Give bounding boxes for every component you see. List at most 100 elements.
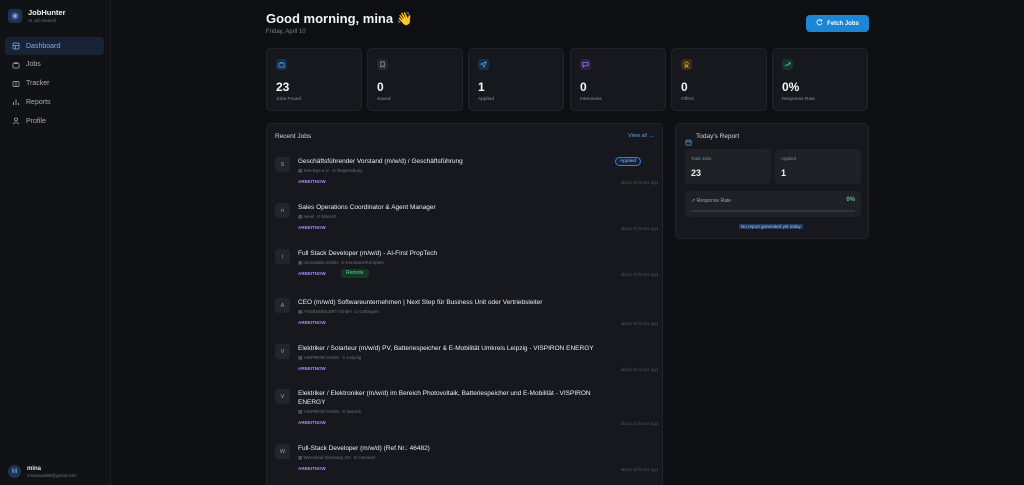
recent-jobs-panel: Recent Jobs View all → S Geschäftsführen… <box>266 123 663 485</box>
sidebar-item-label: Tracker <box>26 80 50 88</box>
job-time: about 10 hours ago <box>620 421 658 426</box>
sidebar-item-dashboard[interactable]: Dashboard <box>5 37 104 55</box>
building-icon: ▦ <box>298 309 303 314</box>
job-title[interactable]: Sales Operations Coordinator & Agent Man… <box>298 203 608 212</box>
job-title[interactable]: Full Stack Developer (m/w/d) - AI-First … <box>298 249 608 258</box>
report-total-value: 23 <box>691 168 702 178</box>
report-applied: Applied 1 <box>775 149 861 184</box>
bookmark-icon <box>377 59 388 70</box>
job-company: Wirecloud Germany AG <box>303 455 351 460</box>
trending-up-icon <box>782 59 793 70</box>
sidebar-item-tracker[interactable]: Tracker <box>5 75 104 93</box>
calendar-icon <box>685 133 692 146</box>
user-name: mina <box>27 465 42 472</box>
user-email: minasaad88@gmail.com <box>27 472 77 478</box>
building-icon: ▦ <box>298 409 303 414</box>
job-title[interactable]: Elektriker / Elektroniker (m/w/d) im Ber… <box>298 389 608 407</box>
job-source: ARBEITNOW <box>298 225 326 230</box>
trending-up-icon: ↗ <box>691 198 696 204</box>
job-company: VISPIRON GmbH <box>303 409 340 414</box>
report-applied-value: 1 <box>781 168 787 178</box>
job-company: VISPIRON GmbH <box>303 355 340 360</box>
job-location: Göttingen <box>359 309 379 314</box>
job-title[interactable]: Elektriker / Solarteur (m/w/d) PV, Batte… <box>298 344 638 353</box>
sidebar-item-label: Reports <box>26 98 51 106</box>
page-title: Good morning, mina 👋 <box>266 11 413 26</box>
stat-value: 1 <box>478 80 485 94</box>
user-profile[interactable]: M mina minasaad88@gmail.com <box>8 465 77 478</box>
stat-label: Response Rate <box>782 97 816 102</box>
job-location: Munich <box>346 409 362 414</box>
current-date: Friday, April 10 <box>266 29 306 35</box>
job-meta: ▦ nevel ⊙ Munich <box>298 214 336 220</box>
sidebar-item-reports[interactable]: Reports <box>5 93 104 111</box>
job-meta: ▦ VISPIRON GmbH ⊙ Munich <box>298 409 361 415</box>
location-icon: ⊙ <box>341 409 346 414</box>
report-link[interactable]: No report generated yet today <box>739 224 803 229</box>
send-icon <box>478 59 489 70</box>
fetch-jobs-button[interactable]: Fetch Jobs <box>806 15 869 32</box>
stat-card-saved: 0 Saved <box>367 48 463 111</box>
job-meta: ▦ AYGENSEILERT GmbH ⊙ Göttingen <box>298 309 379 315</box>
stat-card-applied: 1 Applied <box>468 48 564 111</box>
job-title[interactable]: Full-Stack Developer (m/w/d) (Ref.Nr.: 4… <box>298 444 608 453</box>
job-company: nevel <box>303 214 315 219</box>
building-icon: ▦ <box>298 455 303 460</box>
recent-jobs-title: Recent Jobs <box>275 133 312 140</box>
company-avatar: A <box>275 298 290 313</box>
response-rate-progress <box>691 210 855 212</box>
logo-icon <box>8 8 22 23</box>
fetch-jobs-label: Fetch Jobs <box>827 20 859 27</box>
job-time: about 10 hours ago <box>620 367 658 372</box>
rate-value: 0% <box>846 197 855 203</box>
company-avatar: i <box>275 249 290 264</box>
board-icon <box>12 80 20 88</box>
job-source: ARBEITNOW <box>298 366 326 371</box>
brand[interactable]: JobHunter AI Job Search <box>8 8 66 23</box>
company-avatar: V <box>275 344 290 359</box>
location-icon: ⊙ <box>332 168 336 173</box>
building-icon: ▦ <box>298 260 303 265</box>
job-time: about 10 hours ago <box>620 180 658 185</box>
award-icon <box>681 59 692 70</box>
job-company: immobalia GmbH <box>303 260 339 265</box>
job-title[interactable]: Geschäftsführender Vorstand (m/w/d) / Ge… <box>298 157 608 166</box>
job-meta: ▦ VISPIRON GmbH ⊙ Leipzig <box>298 355 361 361</box>
stat-value: 0 <box>580 80 587 94</box>
building-icon: ▦ <box>298 168 303 173</box>
location-icon: ⊙ <box>340 260 345 265</box>
app-title: JobHunter <box>28 8 66 17</box>
stat-value: 0 <box>681 80 688 94</box>
sidebar-item-profile[interactable]: Profile <box>5 112 104 130</box>
building-icon: ▦ <box>298 355 303 360</box>
dashboard-icon <box>12 42 20 50</box>
company-avatar: W <box>275 444 290 459</box>
status-badge: Applied <box>614 157 641 166</box>
job-title[interactable]: CEO (m/w/d) Softwareunternehmen | Next S… <box>298 298 608 307</box>
sidebar-item-label: Dashboard <box>26 42 61 50</box>
location-icon: ⊙ <box>354 309 358 314</box>
job-source: ARBEITNOW <box>298 466 326 471</box>
rate-label-text: Response Rate <box>696 198 732 204</box>
job-location: Leipzig <box>346 355 362 360</box>
job-location: Hanover <box>358 455 376 460</box>
view-all-link[interactable]: View all → <box>628 133 654 139</box>
remote-tag: Remote <box>341 269 369 278</box>
stat-value: 0% <box>782 80 800 94</box>
report-applied-label: Applied <box>781 156 797 161</box>
job-time: about 10 hours ago <box>620 272 658 277</box>
sidebar-item-jobs[interactable]: Jobs <box>5 56 104 74</box>
job-location: Regensburg <box>337 168 362 173</box>
stat-label: Jobs Found <box>276 97 302 102</box>
stat-label: Interviews <box>580 97 602 102</box>
stat-value: 23 <box>276 80 290 94</box>
report-total-jobs: Total Jobs 23 <box>685 149 771 184</box>
rate-label: ↗ Response Rate <box>691 198 731 204</box>
avatar: M <box>8 465 21 478</box>
job-meta: ▦ Wirecloud Germany AG ⊙ Hanover <box>298 455 375 461</box>
job-source: ARBEITNOW <box>298 320 326 325</box>
stat-label: Applied <box>478 97 495 102</box>
sidebar-nav: Dashboard Jobs Tracker Reports Profile <box>5 37 104 131</box>
refresh-icon <box>816 19 823 28</box>
sidebar: JobHunter AI Job Search Dashboard Jobs T… <box>0 0 111 485</box>
